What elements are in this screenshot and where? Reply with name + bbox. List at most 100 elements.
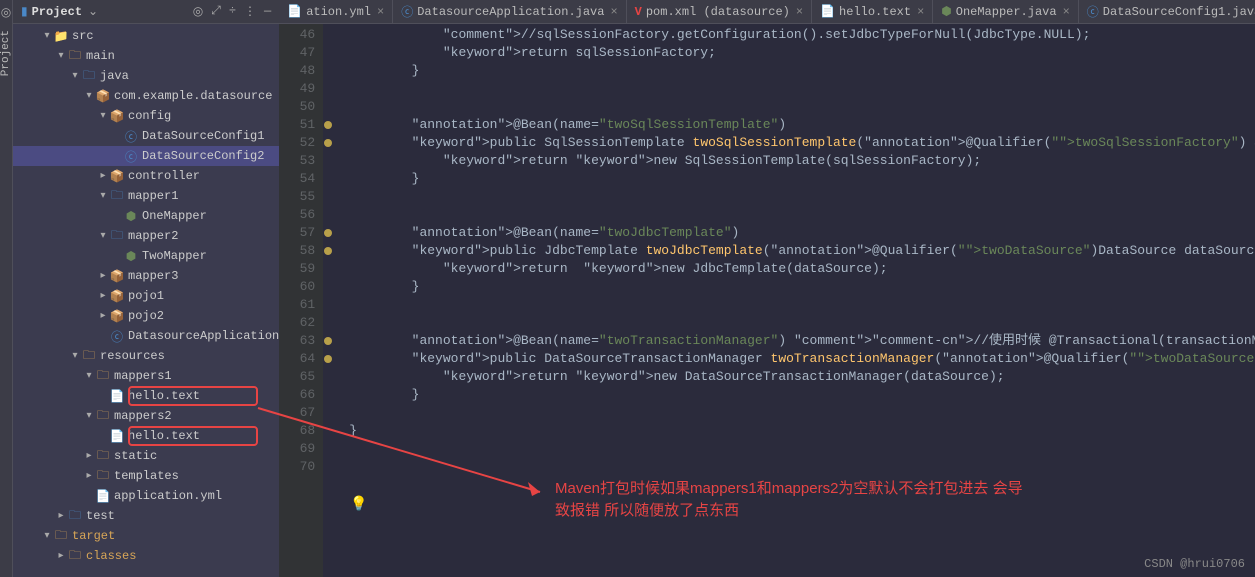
- tab-datasourceconfig1-java[interactable]: ⓒDataSourceConfig1.java×: [1079, 0, 1255, 24]
- tree-row-mapper2[interactable]: ▾🗀mapper2: [13, 226, 279, 246]
- tree-row-resources[interactable]: ▾🗀resources: [13, 346, 279, 366]
- tab-ation-yml[interactable]: 📄ation.yml×: [279, 0, 393, 24]
- expand-icon[interactable]: ⤢: [211, 4, 221, 19]
- code-line[interactable]: [349, 206, 1255, 224]
- tree-row-controller[interactable]: ▸📦controller: [13, 166, 279, 186]
- gutter-bean-icon[interactable]: [315, 350, 341, 368]
- code-line[interactable]: "keyword">return "keyword">new DataSourc…: [349, 368, 1255, 386]
- gutter-bean-icon[interactable]: [315, 224, 341, 242]
- chevron-icon[interactable]: ▾: [83, 370, 95, 382]
- tab-onemapper-java[interactable]: ⬢OneMapper.java×: [933, 0, 1079, 24]
- chevron-icon[interactable]: ▾: [97, 230, 109, 242]
- code-line[interactable]: }: [349, 386, 1255, 404]
- code-line[interactable]: [349, 188, 1255, 206]
- code-line[interactable]: "keyword">public JdbcTemplate twoJdbcTem…: [349, 242, 1255, 260]
- chevron-icon[interactable]: ▾: [69, 350, 81, 362]
- chevron-icon[interactable]: ▸: [97, 310, 109, 322]
- target-icon[interactable]: ◎: [1, 5, 11, 20]
- gutter-bean-icon[interactable]: [315, 134, 341, 152]
- tree-row-main[interactable]: ▾🗀main: [13, 46, 279, 66]
- code-line[interactable]: }: [349, 422, 1255, 440]
- close-icon[interactable]: ×: [610, 5, 617, 19]
- code-line[interactable]: "keyword">return "keyword">new JdbcTempl…: [349, 260, 1255, 278]
- chevron-icon[interactable]: ▾: [97, 190, 109, 202]
- close-icon[interactable]: ×: [377, 5, 384, 19]
- tree-row-target[interactable]: ▾🗀target: [13, 526, 279, 546]
- chevron-icon[interactable]: ▾: [97, 110, 109, 122]
- chevron-icon[interactable]: ▸: [97, 290, 109, 302]
- gutter-bean-icon[interactable]: [315, 242, 341, 260]
- hide-icon[interactable]: —: [264, 4, 271, 19]
- tab-hello-text[interactable]: 📄hello.text×: [812, 0, 933, 24]
- tree-row-test[interactable]: ▸🗀test: [13, 506, 279, 526]
- code-line[interactable]: "keyword">return "keyword">new SqlSessio…: [349, 152, 1255, 170]
- chevron-icon[interactable]: ▸: [97, 170, 109, 182]
- chevron-down-icon[interactable]: ⌄: [88, 4, 98, 19]
- chevron-icon[interactable]: ▾: [41, 30, 53, 42]
- settings-icon[interactable]: ⋮: [244, 4, 256, 19]
- code-line[interactable]: "comment">//sqlSessionFactory.getConfigu…: [349, 26, 1255, 44]
- tree-row-hello-text[interactable]: 📄hello.text: [13, 386, 279, 406]
- chevron-icon[interactable]: ▾: [83, 90, 95, 102]
- close-icon[interactable]: ×: [1063, 5, 1070, 19]
- chevron-icon[interactable]: ▸: [83, 470, 95, 482]
- code-line[interactable]: [349, 404, 1255, 422]
- tree-row-mapper1[interactable]: ▾🗀mapper1: [13, 186, 279, 206]
- code-line[interactable]: "keyword">return sqlSessionFactory;: [349, 44, 1255, 62]
- tree-row-static[interactable]: ▸🗀static: [13, 446, 279, 466]
- project-tool-label[interactable]: Project: [0, 30, 12, 76]
- project-tree[interactable]: ▾📁src▾🗀main▾🗀java▾📦com.example.datasourc…: [13, 24, 279, 577]
- tree-row-pojo2[interactable]: ▸📦pojo2: [13, 306, 279, 326]
- close-icon[interactable]: ×: [917, 5, 924, 19]
- code-line[interactable]: "keyword">public SqlSessionTemplate twoS…: [349, 134, 1255, 152]
- tree-row-onemapper[interactable]: ⬢OneMapper: [13, 206, 279, 226]
- tree-row-datasourceconfig1[interactable]: ⓒDataSourceConfig1: [13, 126, 279, 146]
- chevron-icon[interactable]: ▸: [55, 550, 67, 562]
- code-line[interactable]: }: [349, 62, 1255, 80]
- locate-icon[interactable]: ◎: [193, 4, 203, 19]
- chevron-icon[interactable]: ▾: [41, 530, 53, 542]
- chevron-icon[interactable]: ▾: [69, 70, 81, 82]
- chevron-icon[interactable]: ▸: [55, 510, 67, 522]
- code-line[interactable]: }: [349, 170, 1255, 188]
- tab-pom-xml--datasource-[interactable]: Vpom.xml (datasource)×: [627, 0, 812, 24]
- code-line[interactable]: [349, 440, 1255, 458]
- code-line[interactable]: "keyword">public DataSourceTransactionMa…: [349, 350, 1255, 368]
- code-line[interactable]: [349, 458, 1255, 476]
- gutter-bean-icon[interactable]: [315, 332, 341, 350]
- code-line[interactable]: "annotation">@Bean(name="twoTransactionM…: [349, 332, 1255, 350]
- tree-row-java[interactable]: ▾🗀java: [13, 66, 279, 86]
- code-line[interactable]: [349, 80, 1255, 98]
- chevron-icon[interactable]: ▸: [83, 450, 95, 462]
- close-icon[interactable]: ×: [796, 5, 803, 19]
- tree-row-hello-text[interactable]: 📄hello.text: [13, 426, 279, 446]
- code-line[interactable]: [349, 296, 1255, 314]
- chevron-icon[interactable]: ▸: [97, 270, 109, 282]
- lightbulb-icon[interactable]: 💡: [350, 496, 367, 513]
- tree-row-templates[interactable]: ▸🗀templates: [13, 466, 279, 486]
- chevron-icon[interactable]: ▾: [55, 50, 67, 62]
- tree-row-config[interactable]: ▾📦config: [13, 106, 279, 126]
- tree-row-twomapper[interactable]: ⬢TwoMapper: [13, 246, 279, 266]
- code-line[interactable]: }: [349, 278, 1255, 296]
- tab-datasourceapplication-java[interactable]: ⓒDatasourceApplication.java×: [393, 0, 626, 24]
- code-line[interactable]: [349, 314, 1255, 332]
- tree-row-application-yml[interactable]: 📄application.yml: [13, 486, 279, 506]
- tree-row-classes[interactable]: ▸🗀classes: [13, 546, 279, 566]
- code-line[interactable]: "annotation">@Bean(name="twoSqlSessionTe…: [349, 116, 1255, 134]
- code-line[interactable]: [349, 98, 1255, 116]
- collapse-icon[interactable]: ÷: [229, 4, 236, 19]
- tree-row-datasourceconfig2[interactable]: ⓒDataSourceConfig2: [13, 146, 279, 166]
- project-title[interactable]: Project: [32, 5, 82, 19]
- tree-row-mappers1[interactable]: ▾🗀mappers1: [13, 366, 279, 386]
- tree-row-datasourceapplication[interactable]: ⓒDatasourceApplication: [13, 326, 279, 346]
- line-number: 58: [279, 242, 315, 260]
- tree-row-com-example-datasource[interactable]: ▾📦com.example.datasource: [13, 86, 279, 106]
- code-line[interactable]: "annotation">@Bean(name="twoJdbcTemplate…: [349, 224, 1255, 242]
- gutter-bean-icon[interactable]: [315, 116, 341, 134]
- tree-row-src[interactable]: ▾📁src: [13, 26, 279, 46]
- tree-row-pojo1[interactable]: ▸📦pojo1: [13, 286, 279, 306]
- chevron-icon[interactable]: ▾: [83, 410, 95, 422]
- tree-row-mappers2[interactable]: ▾🗀mappers2: [13, 406, 279, 426]
- tree-row-mapper3[interactable]: ▸📦mapper3: [13, 266, 279, 286]
